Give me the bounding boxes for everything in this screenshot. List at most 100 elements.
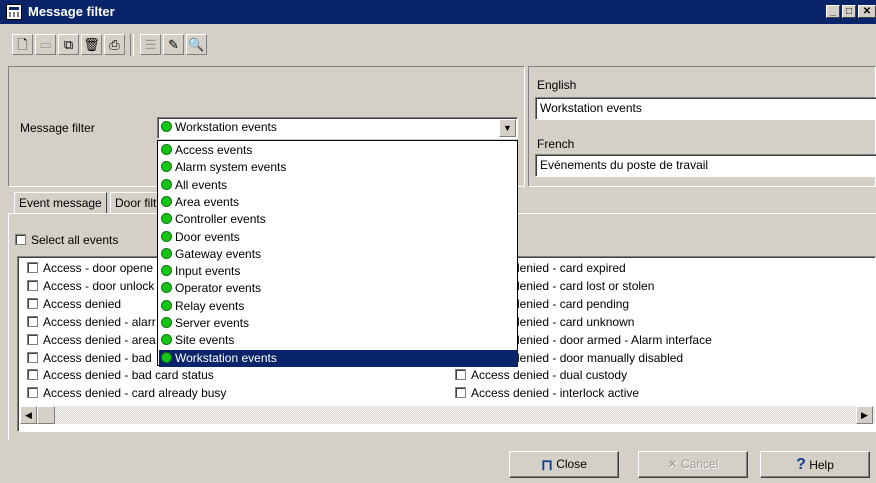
dropdown-item-label: Operator events xyxy=(175,281,262,296)
checkbox-icon[interactable] xyxy=(27,387,38,399)
list-item-label: Access denied - interlock active xyxy=(471,386,640,401)
dropdown-item[interactable]: Access events xyxy=(159,142,518,159)
list-item[interactable]: Access - door unlock xyxy=(27,278,154,295)
tab-event-message[interactable]: Event message xyxy=(14,192,107,214)
close-window-button[interactable]: ✕ xyxy=(858,5,876,18)
status-dot-icon xyxy=(161,213,172,225)
french-label: French xyxy=(537,137,575,151)
dropdown-item[interactable]: Controller events xyxy=(159,211,518,228)
dropdown-arrow-icon[interactable]: ▼ xyxy=(499,119,516,137)
dropdown-item[interactable]: Operator events xyxy=(159,280,518,297)
checkbox-icon[interactable] xyxy=(27,262,38,273)
list-item[interactable]: Access denied - bad card status xyxy=(27,367,214,384)
english-label: English xyxy=(537,78,577,92)
copy-icon[interactable]: ⧉ xyxy=(58,34,79,55)
select-all-checkbox[interactable]: Select all events xyxy=(15,233,118,247)
close-button[interactable]: ⊓ Close xyxy=(509,451,619,478)
scroll-thumb[interactable] xyxy=(37,406,55,424)
status-dot-icon xyxy=(161,299,172,311)
dropdown-item[interactable]: Site events xyxy=(159,332,518,349)
list-item-label: Access - door opene xyxy=(43,261,154,275)
list-item-label: Access denied - area xyxy=(43,332,156,347)
dropdown-item-label: Relay events xyxy=(175,298,245,313)
dropdown-item-label: Server events xyxy=(175,316,250,330)
list-item[interactable]: lenied - card unknown xyxy=(517,314,634,331)
list-item[interactable]: Access - door opene xyxy=(27,260,153,277)
list-item[interactable]: lenied - door armed - Alarm interface xyxy=(517,332,712,349)
dropdown-item[interactable]: Alarm system events xyxy=(159,159,518,176)
new-icon[interactable]: 🗋 xyxy=(12,34,33,55)
dropdown-item[interactable]: Area events xyxy=(159,194,518,211)
tab-door-filter[interactable]: Door filt xyxy=(110,192,162,214)
checkbox-icon[interactable] xyxy=(27,297,38,309)
minimize-button[interactable]: _ xyxy=(826,5,840,18)
checkbox-icon xyxy=(15,234,26,245)
status-dot-icon xyxy=(161,265,172,277)
print-icon[interactable]: ⎙ xyxy=(104,34,125,55)
status-dot-icon xyxy=(161,317,172,328)
status-dot-icon xyxy=(161,247,172,259)
list-item[interactable]: lenied - card expired xyxy=(517,260,626,277)
scroll-left-icon[interactable]: ◀ xyxy=(20,406,37,424)
list-item[interactable]: Access denied - card already busy xyxy=(27,385,226,402)
list-item[interactable]: Access denied - dual custody xyxy=(455,367,627,384)
list-item-label: lenied - card expired xyxy=(517,261,626,275)
cancel-button-label: Cancel xyxy=(681,457,719,471)
list-item[interactable]: Access denied - bad xyxy=(27,350,152,367)
dropdown-item[interactable]: Input events xyxy=(159,263,518,280)
checkbox-icon[interactable] xyxy=(455,369,466,381)
list-item[interactable]: Access denied xyxy=(27,296,121,313)
message-filter-combo[interactable]: Workstation events xyxy=(157,117,518,139)
checkbox-icon[interactable] xyxy=(27,369,38,381)
dropdown-item[interactable]: Workstation events xyxy=(159,349,518,367)
list-item[interactable]: Access denied - alarr xyxy=(27,314,156,331)
filter-dropdown-list[interactable]: Access events Alarm system events All even… xyxy=(157,140,518,367)
selected-filter: Workstation events xyxy=(175,120,277,134)
english-field[interactable]: Workstation events xyxy=(535,97,876,120)
list-item[interactable]: lenied - card pending xyxy=(517,296,629,313)
dropdown-item[interactable]: Gateway events xyxy=(159,246,518,263)
checkbox-icon[interactable] xyxy=(27,351,38,363)
dropdown-item[interactable]: All events xyxy=(159,177,518,194)
list-item-label: Access denied - bad card status xyxy=(43,368,214,383)
list-item-label: Access denied xyxy=(43,296,122,311)
list-item[interactable]: Access denied - interlock active xyxy=(455,385,639,402)
dropdown-item[interactable]: Relay events xyxy=(159,298,518,315)
list-item-label: Access denied - card already busy xyxy=(43,386,227,401)
list-item-label: Access denied - bad xyxy=(43,350,152,365)
status-dot-icon xyxy=(161,282,172,294)
link-icon[interactable]: ✎ xyxy=(163,34,184,55)
list-item[interactable]: lenied - door manually disabled xyxy=(517,350,683,367)
save-icon[interactable]: ▭ xyxy=(35,34,56,55)
checkbox-icon[interactable] xyxy=(27,333,38,345)
status-dot-icon xyxy=(161,144,172,155)
french-field[interactable]: Evénements du poste de travail xyxy=(535,154,876,177)
maximize-button[interactable]: □ xyxy=(842,5,856,18)
dropdown-item[interactable]: Server events xyxy=(159,315,518,332)
dropdown-item-label: Door events xyxy=(175,229,240,244)
cancel-button[interactable]: ✕ Cancel xyxy=(638,451,748,478)
delete-icon[interactable]: 🗑 xyxy=(81,34,102,55)
dropdown-item[interactable]: Door events xyxy=(159,229,518,246)
checkbox-icon[interactable] xyxy=(27,315,38,327)
title-bar[interactable]: Message filter _ □ ✕ xyxy=(0,0,876,24)
checkbox-icon[interactable] xyxy=(455,387,466,399)
search-icon[interactable]: 🔍 xyxy=(186,34,207,55)
list-icon[interactable]: ☰ xyxy=(140,34,161,55)
help-button[interactable]: ? Help xyxy=(760,451,870,478)
list-item-label: lenied - door armed - Alarm interface xyxy=(517,332,712,347)
list-item[interactable]: Access denied - area xyxy=(27,332,156,349)
scroll-right-icon[interactable]: ▶ xyxy=(856,406,873,424)
select-all-label: Select all events xyxy=(31,233,119,247)
dropdown-item-label: Alarm system events xyxy=(175,160,287,175)
dropdown-item-label: Workstation events xyxy=(175,350,277,365)
help-icon: ? xyxy=(796,456,806,473)
horizontal-scrollbar[interactable]: ◀ ▶ xyxy=(20,406,875,424)
dropdown-item-label: Input events xyxy=(175,264,241,279)
dropdown-item-label: Gateway events xyxy=(175,246,262,261)
status-dot-icon xyxy=(161,334,172,346)
checkbox-icon[interactable] xyxy=(27,279,38,291)
list-item[interactable]: lenied - card lost or stolen xyxy=(517,278,654,295)
dropdown-item-label: All events xyxy=(175,177,228,192)
window-title: Message filter xyxy=(28,4,115,19)
